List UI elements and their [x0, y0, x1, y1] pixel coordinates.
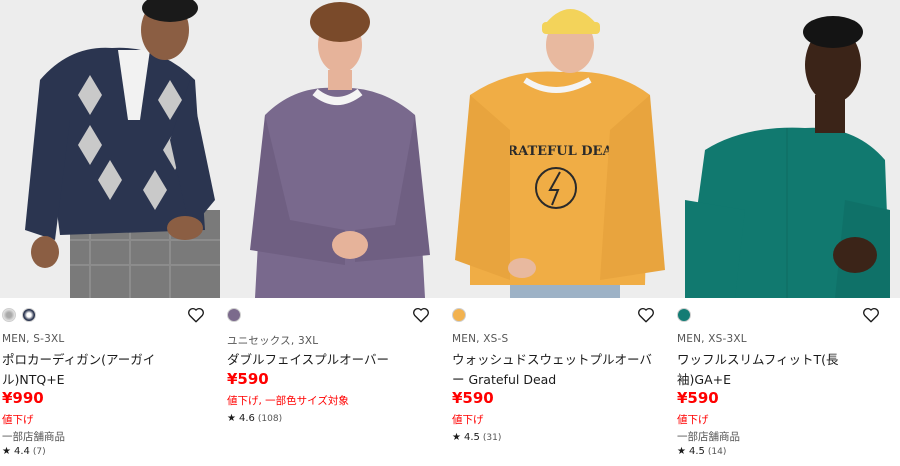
product-gender-sizes: MEN, XS-S	[452, 333, 509, 345]
product-name[interactable]: ウォッシュドスウェットプルオーバー Grateful Dead	[452, 350, 662, 390]
product-card[interactable]: MEN, S-3XL ポロカーディガン(アーガイル)NTQ+E ¥990 値下げ…	[0, 0, 225, 466]
color-swatches	[452, 308, 466, 322]
review-count: (108)	[257, 413, 283, 424]
review-count: (14)	[707, 446, 727, 457]
color-swatches	[677, 308, 691, 322]
star-icon: ★	[227, 413, 236, 424]
color-swatches	[2, 308, 36, 322]
color-swatch[interactable]	[22, 308, 36, 322]
product-image[interactable]	[675, 0, 900, 298]
product-name[interactable]: ポロカーディガン(アーガイル)NTQ+E	[2, 350, 212, 390]
price-cut-badge: 値下げ	[677, 414, 709, 426]
heart-outline-icon[interactable]	[862, 306, 880, 324]
product-price: ¥990	[2, 389, 44, 407]
product-rating: ★ 4.5 (14)	[677, 446, 726, 457]
color-swatch[interactable]	[227, 308, 241, 322]
heart-outline-icon[interactable]	[637, 306, 655, 324]
product-price: ¥590	[452, 389, 494, 407]
color-swatch[interactable]	[452, 308, 466, 322]
product-card[interactable]: GRATEFUL DEAD MEN, XS-S ウォッシュドスウェットプルオーバ…	[450, 0, 675, 466]
price-cut-badge: 値下げ	[452, 414, 484, 426]
rating-value: 4.5	[688, 446, 705, 457]
product-name[interactable]: ワッフルスリムフィットT(長袖)GA+E	[677, 350, 887, 390]
color-swatches	[227, 308, 241, 322]
rating-value: 4.6	[238, 413, 255, 424]
product-card[interactable]: MEN, XS-3XL ワッフルスリムフィットT(長袖)GA+E ¥590 値下…	[675, 0, 900, 466]
rating-value: 4.4	[13, 446, 30, 457]
product-image[interactable]: GRATEFUL DEAD	[450, 0, 675, 298]
product-grid: MEN, S-3XL ポロカーディガン(アーガイル)NTQ+E ¥990 値下げ…	[0, 0, 900, 466]
review-count: (31)	[482, 432, 502, 443]
color-swatch[interactable]	[677, 308, 691, 322]
store-only-note: 一部店舗商品	[2, 431, 65, 443]
price-cut-badge: 値下げ, 一部色サイズ対象	[227, 395, 349, 407]
color-swatch[interactable]	[2, 308, 16, 322]
rating-value: 4.5	[463, 432, 480, 443]
product-price: ¥590	[677, 389, 719, 407]
product-rating: ★ 4.4 (7)	[2, 446, 46, 457]
product-gender-sizes: MEN, XS-3XL	[677, 333, 747, 345]
star-icon: ★	[677, 446, 686, 457]
product-image[interactable]	[0, 0, 225, 298]
review-count: (7)	[32, 446, 46, 457]
product-card[interactable]: ユニセックス, 3XL ダブルフェイスプルオーバー ¥590 値下げ, 一部色サ…	[225, 0, 450, 466]
heart-outline-icon[interactable]	[412, 306, 430, 324]
product-price: ¥590	[227, 370, 269, 388]
product-gender-sizes: ユニセックス, 3XL	[227, 335, 319, 347]
product-image[interactable]	[225, 0, 450, 298]
heart-outline-icon[interactable]	[187, 306, 205, 324]
price-cut-badge: 値下げ	[2, 414, 34, 426]
product-rating: ★ 4.5 (31)	[452, 432, 501, 443]
store-only-note: 一部店舗商品	[677, 431, 740, 443]
product-gender-sizes: MEN, S-3XL	[2, 333, 65, 345]
star-icon: ★	[452, 432, 461, 443]
product-rating: ★ 4.6 (108)	[227, 413, 282, 424]
star-icon: ★	[2, 446, 11, 457]
sweater-print-text: GRATEFUL DEAD	[496, 144, 624, 159]
product-name[interactable]: ダブルフェイスプルオーバー	[227, 350, 437, 370]
